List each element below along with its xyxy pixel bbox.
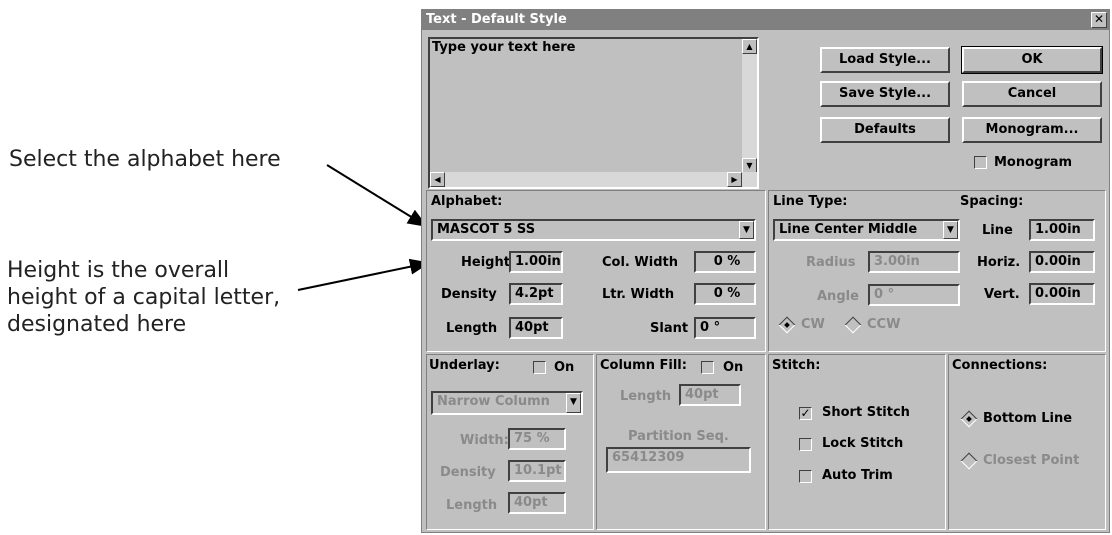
column-fill-label: Column Fill:	[600, 358, 687, 373]
column-fill-panel: Column Fill: On Length 40pt Partition Se…	[596, 354, 766, 530]
underlay-on-checkbox[interactable]	[533, 361, 546, 374]
radius-field: 3.00in	[868, 251, 960, 273]
line-type-chevron-down-icon[interactable]: ▼	[943, 221, 958, 239]
ccw-label: CCW	[867, 317, 901, 332]
cw-radio[interactable]	[778, 316, 796, 334]
bottom-line-radio[interactable]	[960, 410, 978, 428]
line-type-selected: Line Center Middle	[779, 222, 918, 237]
auto-trim-label: Auto Trim	[822, 468, 893, 483]
underlay-density-label: Density	[440, 465, 496, 480]
line-type-panel: Line Type: Line Center Middle ▼ Radius 3…	[768, 190, 1106, 352]
scroll-down-icon[interactable]: ▼	[742, 158, 757, 173]
horizontal-scrollbar[interactable]: ◀ ▶	[430, 172, 757, 187]
height-label: Height	[461, 255, 510, 270]
chevron-down-icon[interactable]: ▼	[739, 221, 754, 239]
underlay-dropdown: Narrow Column ▼	[431, 391, 583, 415]
column-fill-length-field: 40pt	[679, 384, 741, 406]
angle-field: 0 °	[868, 284, 960, 306]
column-fill-length-label: Length	[620, 389, 672, 404]
angle-label: Angle	[817, 289, 859, 304]
underlay-length-field: 40pt	[508, 492, 566, 514]
scroll-right-icon[interactable]: ▶	[727, 172, 742, 187]
text-input-value: Type your text here	[432, 40, 576, 55]
length-field[interactable]: 40pt	[509, 317, 563, 339]
col-width-label: Col. Width	[602, 255, 678, 270]
column-fill-on-label: On	[723, 360, 744, 375]
monogram-checkbox[interactable]	[974, 156, 987, 169]
ltr-width-label: Ltr. Width	[602, 287, 675, 302]
spacing-line-field[interactable]: 1.00in	[1029, 219, 1095, 241]
underlay-label: Underlay:	[429, 358, 500, 373]
ccw-radio[interactable]	[844, 316, 862, 334]
text-input-area[interactable]: Type your text here ▲ ▼ ◀ ▶	[428, 37, 759, 189]
line-type-label: Line Type:	[773, 194, 848, 209]
monogram-checkbox-label: Monogram	[994, 155, 1073, 170]
stitch-panel: Stitch: ✓ Short Stitch Lock Stitch Auto …	[768, 354, 946, 530]
radius-label: Radius	[806, 255, 856, 270]
ltr-width-field[interactable]: 0 %	[694, 283, 756, 305]
underlay-width-label: Width:	[460, 433, 509, 448]
scroll-up-icon[interactable]: ▲	[742, 39, 757, 54]
short-stitch-checkbox[interactable]: ✓	[799, 407, 812, 420]
check-icon: ✓	[800, 406, 811, 420]
underlay-selected: Narrow Column	[437, 394, 550, 409]
underlay-length-label: Length	[446, 498, 498, 513]
stitch-label: Stitch:	[772, 358, 821, 373]
defaults-button[interactable]: Defaults	[820, 117, 950, 143]
column-fill-on-checkbox[interactable]	[701, 361, 714, 374]
closest-point-radio	[960, 452, 978, 470]
connections-panel: Connections: Bottom Line Closest Point	[948, 354, 1106, 530]
underlay-width-field: 75 %	[508, 428, 566, 450]
slant-field[interactable]: 0 °	[694, 317, 756, 339]
window-title: Text - Default Style	[426, 12, 567, 27]
density-label: Density	[441, 287, 497, 302]
spacing-horiz-field[interactable]: 0.00in	[1029, 251, 1095, 273]
slant-label: Slant	[650, 321, 689, 336]
text-style-dialog: Text - Default Style ✕ Type your text he…	[421, 9, 1110, 533]
alphabet-selected: MASCOT 5 SS	[437, 222, 536, 237]
scroll-left-icon[interactable]: ◀	[430, 172, 445, 187]
spacing-vert-field[interactable]: 0.00in	[1029, 283, 1095, 305]
spacing-label: Spacing:	[960, 194, 1024, 209]
height-field[interactable]: 1.00in	[509, 251, 563, 273]
alphabet-dropdown[interactable]: MASCOT 5 SS ▼	[431, 219, 756, 241]
monogram-button[interactable]: Monogram...	[962, 117, 1102, 143]
lock-stitch-checkbox[interactable]	[799, 438, 812, 451]
underlay-chevron-down-icon: ▼	[566, 393, 581, 413]
connections-label: Connections:	[952, 358, 1048, 373]
partition-seq-field: 65412309	[606, 447, 751, 473]
save-style-button[interactable]: Save Style...	[820, 81, 950, 107]
line-type-dropdown[interactable]: Line Center Middle ▼	[773, 219, 960, 241]
title-bar[interactable]: Text - Default Style ✕	[422, 10, 1109, 30]
spacing-line-label: Line	[982, 223, 1013, 238]
lock-stitch-label: Lock Stitch	[822, 436, 904, 451]
underlay-panel: Underlay: On Narrow Column ▼ Width: 75 %…	[426, 354, 594, 530]
alphabet-panel: Alphabet: MASCOT 5 SS ▼ Height 1.00in De…	[426, 190, 766, 352]
height-arrow	[297, 258, 430, 291]
alphabet-label: Alphabet:	[431, 194, 503, 209]
short-stitch-label: Short Stitch	[822, 405, 910, 420]
underlay-on-label: On	[554, 360, 575, 375]
partition-seq-label: Partition Seq.	[628, 429, 729, 444]
cancel-button[interactable]: Cancel	[962, 81, 1102, 107]
close-icon[interactable]: ✕	[1091, 12, 1107, 28]
length-label: Length	[446, 321, 498, 336]
alphabet-arrow	[326, 164, 428, 228]
cw-label: CW	[801, 317, 825, 332]
spacing-horiz-label: Horiz.	[977, 255, 1021, 270]
spacing-vert-label: Vert.	[984, 287, 1020, 302]
closest-point-label: Closest Point	[983, 453, 1080, 468]
col-width-field[interactable]: 0 %	[694, 251, 756, 273]
ok-button[interactable]: OK	[961, 46, 1103, 74]
underlay-density-field: 10.1pt	[508, 460, 566, 482]
auto-trim-checkbox[interactable]	[799, 470, 812, 483]
density-field[interactable]: 4.2pt	[509, 283, 563, 305]
load-style-button[interactable]: Load Style...	[820, 47, 950, 73]
bottom-line-label: Bottom Line	[983, 411, 1073, 426]
vertical-scrollbar[interactable]: ▲ ▼	[742, 39, 757, 173]
